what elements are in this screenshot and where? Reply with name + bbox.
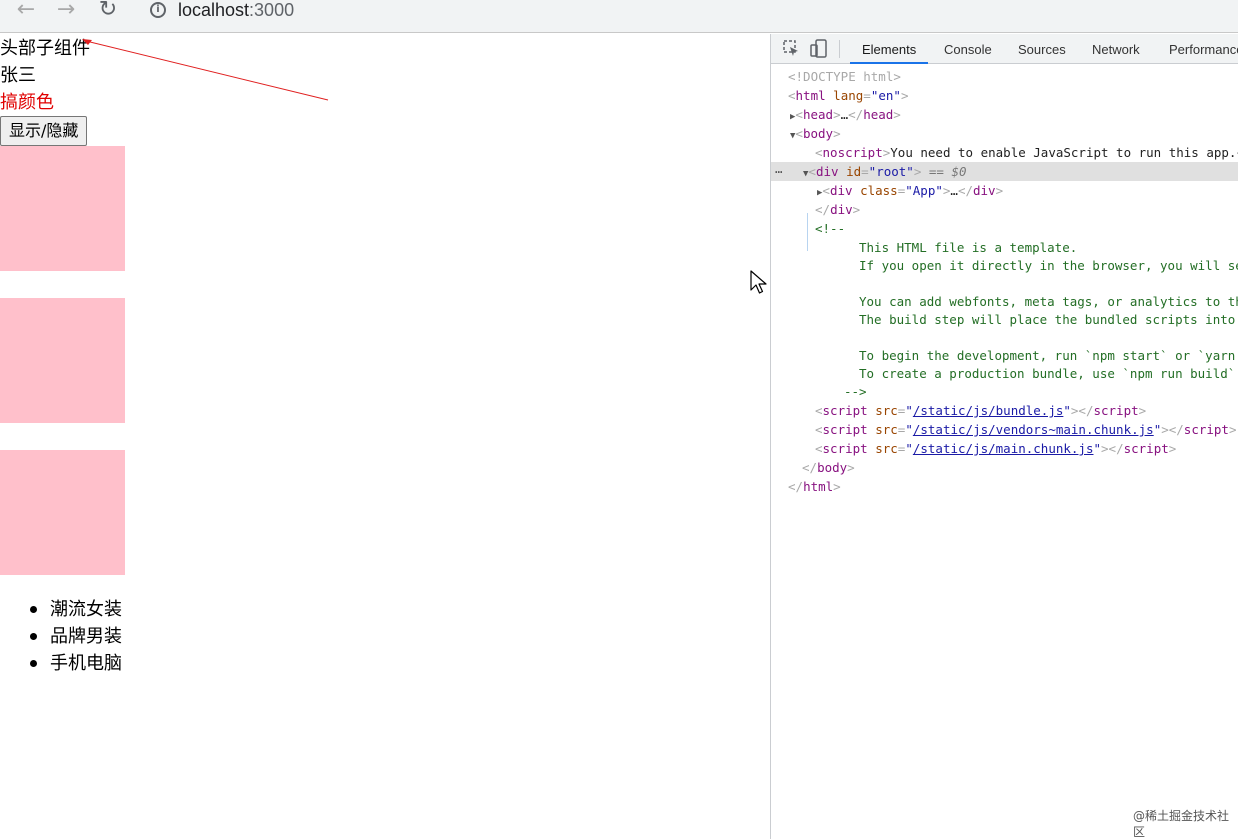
- devtools-toolbar: Elements Console Sources Network Perform…: [771, 34, 1238, 64]
- comment-line: To begin the development, run `npm start…: [859, 348, 1236, 363]
- url-port: :3000: [249, 0, 295, 20]
- reload-icon[interactable]: ↻: [94, 0, 122, 23]
- list-item: 品牌男装: [0, 623, 122, 650]
- app-div-row[interactable]: ▶<div class="App">…</div>: [771, 181, 1238, 200]
- noscript-row[interactable]: <noscript>You need to enable JavaScript …: [771, 143, 1238, 162]
- forward-arrow-icon[interactable]: →: [52, 0, 80, 23]
- color-text: 搞颜色: [0, 92, 54, 113]
- watermark: @稀土掘金技术社区: [1133, 809, 1230, 839]
- inspect-element-icon[interactable]: [781, 39, 801, 59]
- toolbar-divider: [839, 40, 840, 58]
- browser-toolbar: ← → ↻ i localhost:3000: [0, 0, 1238, 33]
- script-link[interactable]: /static/js/bundle.js: [913, 403, 1064, 418]
- script-row[interactable]: <script src="/static/js/bundle.js"></scr…: [771, 401, 1238, 420]
- url-text[interactable]: localhost:3000: [178, 0, 294, 22]
- comment-line: If you open it directly in the browser, …: [859, 258, 1238, 273]
- script-link[interactable]: /static/js/vendors~main.chunk.js: [913, 422, 1154, 437]
- category-list: 潮流女装 品牌男装 手机电脑: [0, 596, 122, 677]
- html-close-row[interactable]: </html>: [771, 477, 1238, 496]
- pink-box: [0, 298, 125, 423]
- tab-console[interactable]: Console: [932, 34, 1004, 64]
- comment-line: You can add webfonts, meta tags, or anal…: [859, 294, 1238, 309]
- div-close-row[interactable]: </div>: [771, 200, 1238, 219]
- comment-line: To create a production bundle, use `npm …: [859, 366, 1236, 381]
- tab-elements[interactable]: Elements: [850, 34, 929, 64]
- comment-close-row[interactable]: -->: [771, 382, 1238, 401]
- mouse-cursor-icon: [750, 270, 767, 294]
- name-text: 张三: [0, 65, 36, 86]
- tab-sources[interactable]: Sources: [1006, 34, 1078, 64]
- tab-performance[interactable]: Performance: [1157, 34, 1238, 64]
- list-item: 手机电脑: [0, 650, 122, 677]
- comment-line: This HTML file is a template.: [859, 240, 1078, 255]
- html-open-row[interactable]: <html lang="en">: [771, 86, 1238, 105]
- toggle-visibility-button[interactable]: 显示/隐藏: [0, 116, 88, 146]
- annotation-arrow: [82, 39, 329, 101]
- head-row[interactable]: ▶<head>…</head>: [771, 105, 1238, 124]
- comment-line: The build step will place the bundled sc…: [859, 312, 1236, 327]
- page-viewport: 头部子组件 张三 搞颜色 显示/隐藏 潮流女装 品牌男装 手机电脑: [0, 34, 770, 839]
- script-row[interactable]: <script src="/static/js/main.chunk.js"><…: [771, 439, 1238, 458]
- body-close-row[interactable]: </body>: [771, 458, 1238, 477]
- script-link[interactable]: /static/js/main.chunk.js: [913, 441, 1094, 456]
- url-host: localhost: [178, 0, 250, 20]
- pink-box: [0, 146, 125, 271]
- script-row[interactable]: <script src="/static/js/vendors~main.chu…: [771, 420, 1238, 439]
- comment-open-row[interactable]: <!--: [771, 219, 1238, 238]
- more-options-icon[interactable]: ⋯: [775, 162, 783, 181]
- back-arrow-icon[interactable]: ←: [12, 0, 40, 23]
- device-toggle-icon[interactable]: [809, 39, 829, 59]
- info-icon[interactable]: i: [150, 2, 166, 18]
- body-open-row[interactable]: ▼<body>: [771, 124, 1238, 143]
- header-component-text: 头部子组件: [0, 38, 90, 59]
- root-div-row[interactable]: ⋯ ▼<div id="root"> == $0: [771, 162, 1238, 181]
- pink-box: [0, 450, 125, 575]
- list-item: 潮流女装: [0, 596, 122, 623]
- doctype-row[interactable]: <!DOCTYPE html>: [771, 67, 1238, 86]
- devtools-panel: Elements Console Sources Network Perform…: [770, 34, 1238, 839]
- tree-guide-line: [807, 213, 808, 251]
- tab-network[interactable]: Network: [1080, 34, 1152, 64]
- address-bar[interactable]: i localhost:3000: [136, 0, 1238, 28]
